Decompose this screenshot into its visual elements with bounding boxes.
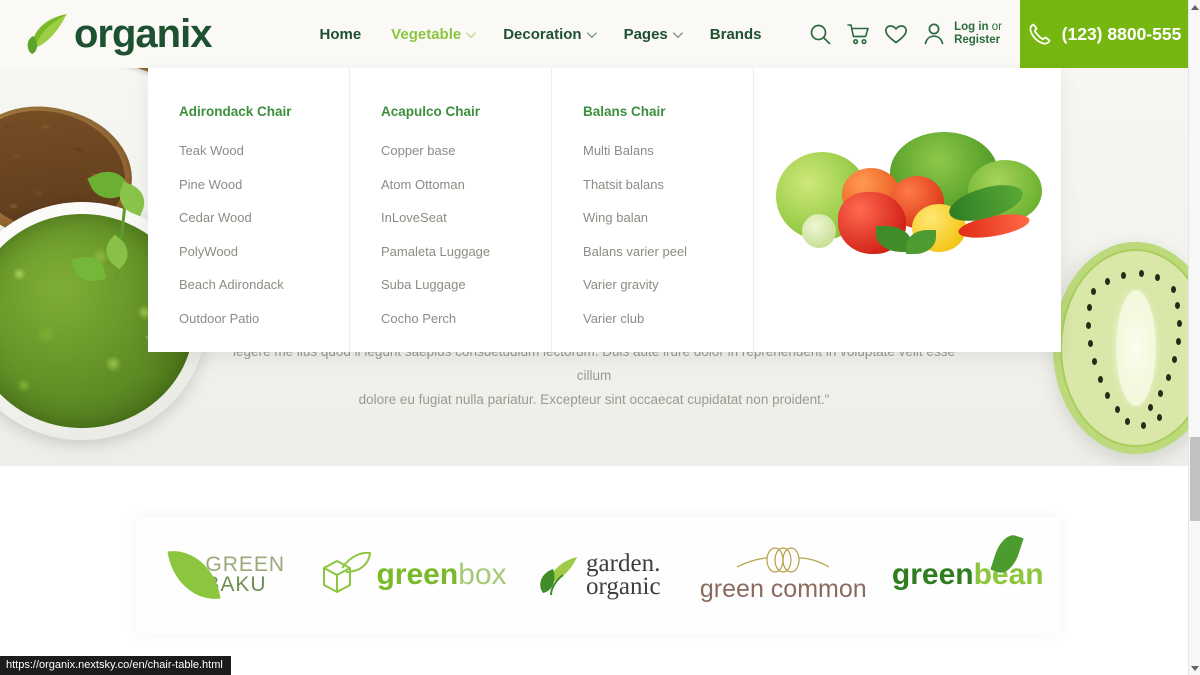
mega-link[interactable]: Varier club xyxy=(583,311,753,326)
brand-logo-greenbox[interactable]: greenbox xyxy=(320,551,507,598)
logo-text: organix xyxy=(74,11,212,56)
leaf-icon xyxy=(537,553,583,597)
brand-logo-green-common[interactable]: green common xyxy=(691,546,875,604)
browser-status-bar-url: https://organix.nextsky.co/en/chair-tabl… xyxy=(0,656,231,675)
nav-label: Brands xyxy=(709,25,762,43)
brand-text-light: box xyxy=(458,558,507,591)
account-label: Log in or Register xyxy=(954,21,1002,47)
mega-link[interactable]: Varier gravity xyxy=(583,277,753,292)
phone-icon xyxy=(1029,23,1051,45)
mega-column-title: Adirondack Chair xyxy=(179,104,292,119)
main-navigation: Home Vegetable Decoration Pages Brands xyxy=(319,26,761,43)
chevron-down-icon xyxy=(672,27,683,38)
mega-link[interactable]: InLoveSeat xyxy=(381,210,551,225)
header-actions: Log in or Register (123) 8800-555 xyxy=(801,0,1188,68)
shopping-cart-icon[interactable] xyxy=(839,15,877,53)
or-label: or xyxy=(991,21,1002,33)
mega-column-acapulco: Acapulco Chair Copper base Atom Ottoman … xyxy=(350,68,552,352)
nav-item-vegetable[interactable]: Vegetable xyxy=(391,25,477,43)
nav-label: Decoration xyxy=(503,25,582,43)
nav-item-brands[interactable]: Brands xyxy=(710,26,762,43)
mega-link[interactable]: Multi Balans xyxy=(583,143,753,158)
mega-column-balans: Balans Chair Multi Balans Thatsit balans… xyxy=(552,68,754,352)
login-label: Log in xyxy=(954,21,989,33)
vegetable-mega-dropdown: Adirondack Chair Teak Wood Pine Wood Ced… xyxy=(148,68,1061,352)
brand-label: garden. organic xyxy=(586,550,661,600)
mega-link[interactable]: Outdoor Patio xyxy=(179,311,349,326)
mega-link[interactable]: Balans varier peel xyxy=(583,244,753,259)
brand-logo-greenbean[interactable]: greenbean xyxy=(876,531,1060,590)
mega-link[interactable]: PolyWood xyxy=(179,244,349,259)
mega-link[interactable]: Cocho Perch xyxy=(381,311,551,326)
chevron-down-icon xyxy=(466,27,477,38)
brands-section: GREEN BAKU greenbox garden. organic gree… xyxy=(0,466,1188,675)
brand-text-bold: green xyxy=(376,558,459,591)
user-icon xyxy=(924,23,944,45)
mega-column-title: Acapulco Chair xyxy=(381,104,481,119)
brand-text-bold: green xyxy=(891,558,974,591)
mega-link[interactable]: Copper base xyxy=(381,143,551,158)
mega-column-title: Balans Chair xyxy=(583,104,666,119)
mega-link[interactable]: Atom Ottoman xyxy=(381,177,551,192)
nav-item-pages[interactable]: Pages xyxy=(623,25,683,43)
site-logo[interactable]: organix xyxy=(26,11,212,57)
leaf-icon xyxy=(26,12,72,56)
assorted-vegetables-image xyxy=(772,126,1044,258)
nav-label: Home xyxy=(319,25,362,43)
mega-column-adirondack: Adirondack Chair Teak Wood Pine Wood Ced… xyxy=(148,68,350,352)
brand-logo-green-baku[interactable]: GREEN BAKU xyxy=(136,545,320,605)
mega-link[interactable]: Thatsit balans xyxy=(583,177,753,192)
mega-link[interactable]: Teak Wood xyxy=(179,143,349,158)
hero-quote-line-2: dolore eu fugiat nulla pariatur. Excepte… xyxy=(358,392,830,407)
nav-item-decoration[interactable]: Decoration xyxy=(503,25,597,43)
vertical-scrollbar[interactable] xyxy=(1188,0,1200,675)
nav-item-home[interactable]: Home xyxy=(319,26,361,43)
heart-icon[interactable] xyxy=(877,15,915,53)
rings-icon xyxy=(723,546,843,573)
scrollbar-thumb[interactable] xyxy=(1190,437,1200,521)
mega-link[interactable]: Wing balan xyxy=(583,210,753,225)
brand-line-1: GREEN xyxy=(205,553,286,576)
caret-down-icon[interactable] xyxy=(1189,661,1200,675)
box-leaf-icon xyxy=(320,551,372,598)
account-login-register[interactable]: Log in or Register xyxy=(921,21,1002,47)
chevron-down-icon xyxy=(586,27,597,38)
brand-label: green common xyxy=(699,574,867,603)
mega-link[interactable]: Beach Adirondack xyxy=(179,277,349,292)
phone-number: (123) 8800-555 xyxy=(1061,23,1182,44)
brand-label: greenbean xyxy=(892,560,1044,590)
site-header: organix Home Vegetable Decoration Pages … xyxy=(0,0,1188,68)
mega-promo-area xyxy=(754,68,1061,352)
phone-cta-block[interactable]: (123) 8800-555 xyxy=(1020,0,1188,68)
nav-label: Pages xyxy=(623,25,668,43)
mega-link[interactable]: Pamaleta Luggage xyxy=(381,244,551,259)
page-root: legere me lius quod ii legunt saepius co… xyxy=(0,0,1200,675)
search-icon[interactable] xyxy=(801,15,839,53)
brand-line-1: garden. xyxy=(586,550,661,577)
caret-up-icon[interactable] xyxy=(1189,0,1200,14)
mega-link[interactable]: Suba Luggage xyxy=(381,277,551,292)
register-label: Register xyxy=(954,34,1001,46)
brand-label: greenbox xyxy=(376,560,506,590)
mega-link[interactable]: Cedar Wood xyxy=(179,210,349,225)
brand-logo-garden-organic[interactable]: garden. organic xyxy=(507,550,691,600)
mega-link[interactable]: Pine Wood xyxy=(179,177,349,192)
brands-panel: GREEN BAKU greenbox garden. organic gree… xyxy=(136,517,1060,633)
brand-line-2: organic xyxy=(586,573,661,600)
nav-label: Vegetable xyxy=(391,25,462,43)
